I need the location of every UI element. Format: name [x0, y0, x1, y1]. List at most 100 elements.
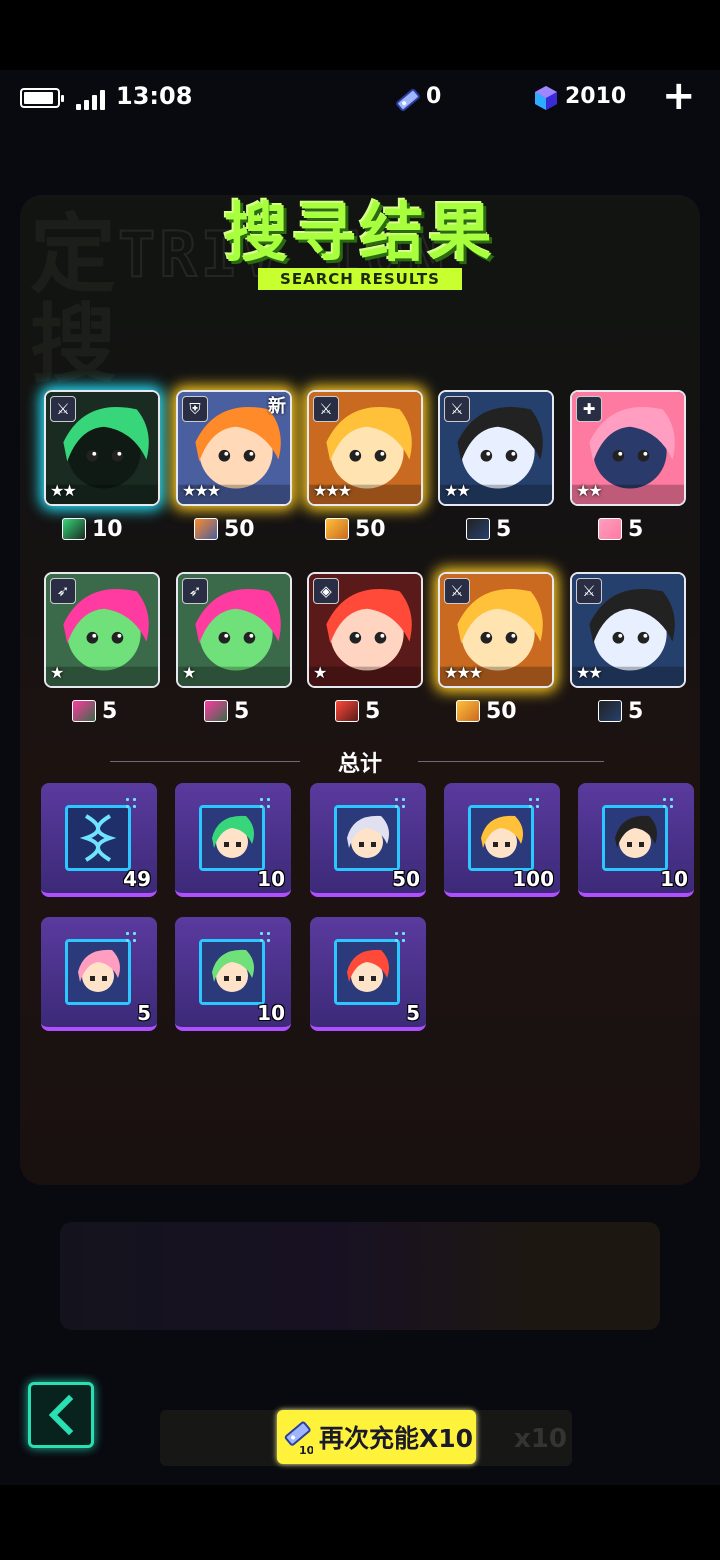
- reward-value: 5: [365, 698, 381, 724]
- back-button[interactable]: [28, 1382, 94, 1448]
- black-hat-shard-icon: [605, 808, 665, 868]
- status-bar: 13:08 0 2010 +: [0, 76, 720, 116]
- star-rating: ★★: [576, 481, 603, 500]
- class-shield-icon: ⛨: [182, 396, 208, 422]
- item-count: 50: [392, 867, 420, 891]
- reward-value: 5: [496, 516, 512, 542]
- shard-mini-icon: [325, 518, 349, 540]
- new-badge: 新: [268, 396, 286, 417]
- reward-count: 5: [72, 696, 117, 726]
- shard-mini-icon: [62, 518, 86, 540]
- blonde-shard-icon: [471, 808, 531, 868]
- reward-value: 50: [355, 516, 386, 542]
- item-count: 49: [123, 867, 151, 891]
- reward-value: 10: [92, 516, 123, 542]
- shard-mini-icon: [466, 518, 490, 540]
- green-hair-shard-icon: [202, 808, 262, 868]
- star-rating: ★★★: [444, 663, 483, 682]
- reward-value: 50: [486, 698, 517, 724]
- star-rating: ★: [313, 663, 327, 682]
- star-rating: ★★: [50, 481, 77, 500]
- top-letterbox: [0, 0, 720, 70]
- total-item[interactable]: 100: [444, 783, 560, 897]
- game-screen: 定搜 TRIV ION x10 13:08 0 2010 + 搜寻结果: [0, 0, 720, 1560]
- item-count: 10: [257, 1001, 285, 1025]
- add-currency-button[interactable]: +: [662, 76, 696, 116]
- item-frame: [334, 796, 407, 871]
- item-frame: [65, 930, 138, 1005]
- result-card[interactable]: ⚔ ★★: [44, 390, 160, 506]
- reward-value: 5: [234, 698, 250, 724]
- energy-count: 0: [426, 84, 442, 109]
- chevron-left-icon: [48, 1394, 74, 1436]
- total-item[interactable]: 10: [175, 783, 291, 897]
- pink-hair-shard-icon: [68, 942, 128, 1002]
- total-item[interactable]: 50: [310, 783, 426, 897]
- result-card[interactable]: ⚔ ★★★: [307, 390, 423, 506]
- total-item[interactable]: 5: [41, 917, 157, 1031]
- result-card[interactable]: ◈ ★: [307, 572, 423, 688]
- svg-text:10: 10: [299, 1444, 313, 1456]
- bottom-letterbox: [0, 1485, 720, 1560]
- star-rating: ★: [50, 663, 64, 682]
- reward-count: 50: [194, 514, 255, 544]
- result-card[interactable]: ⚔ ★★★: [438, 572, 554, 688]
- result-card[interactable]: ➶ ★: [44, 572, 160, 688]
- reward-value: 50: [224, 516, 255, 542]
- page-subtitle: SEARCH RESULTS: [258, 268, 462, 290]
- item-frame: [468, 796, 541, 871]
- shard-mini-icon: [72, 700, 96, 722]
- reward-count: 5: [335, 696, 380, 726]
- item-count: 5: [137, 1001, 151, 1025]
- reward-count: 50: [456, 696, 517, 726]
- star-rating: ★★: [444, 481, 471, 500]
- class-sword-icon: ⚔: [444, 578, 470, 604]
- result-card[interactable]: ➶ ★: [176, 572, 292, 688]
- reward-count: 5: [466, 514, 511, 544]
- green-skin-shard-icon: [202, 942, 262, 1002]
- signal-icon: [76, 88, 110, 110]
- item-frame: [602, 796, 675, 871]
- star-rating: ★★★: [182, 481, 221, 500]
- battery-icon: [20, 88, 64, 108]
- result-card[interactable]: ⚔ ★★: [570, 572, 686, 688]
- item-frame: [334, 930, 407, 1005]
- result-card[interactable]: ⚔ ★★: [438, 390, 554, 506]
- reward-count: 5: [204, 696, 249, 726]
- gem-cube-icon: [535, 86, 557, 110]
- white-hood-shard-icon: [337, 808, 397, 868]
- total-item[interactable]: 5: [310, 917, 426, 1031]
- page-title: 搜寻结果: [224, 197, 496, 271]
- clock: 13:08: [116, 82, 193, 110]
- class-heal-icon: ✚: [576, 396, 602, 422]
- total-item[interactable]: 10: [175, 917, 291, 1031]
- item-frame: [65, 796, 138, 871]
- star-rating: ★★★: [313, 481, 352, 500]
- class-sword-icon: ⚔: [444, 396, 470, 422]
- item-frame: [199, 796, 272, 871]
- item-frame: [199, 930, 272, 1005]
- class-support-icon: ◈: [313, 578, 339, 604]
- reward-value: 5: [102, 698, 118, 724]
- class-sword-icon: ⚔: [576, 578, 602, 604]
- recharge-again-button[interactable]: 10 再次充能X10: [277, 1410, 476, 1464]
- shard-mini-icon: [194, 518, 218, 540]
- reward-count: 5: [598, 514, 643, 544]
- recharge-again-label: 再次充能X10: [319, 1424, 474, 1453]
- item-count: 5: [406, 1001, 420, 1025]
- class-sword-icon: ⚔: [313, 396, 339, 422]
- item-count: 10: [257, 867, 285, 891]
- reward-value: 5: [628, 516, 644, 542]
- reward-count: 5: [598, 696, 643, 726]
- star-rating: ★: [182, 663, 196, 682]
- dna-icon: [79, 814, 117, 862]
- total-item[interactable]: 49: [41, 783, 157, 897]
- reward-value: 5: [628, 698, 644, 724]
- result-card[interactable]: ⛨ ★★★ 新: [176, 390, 292, 506]
- energy-ticket-icon: 10: [284, 1421, 313, 1456]
- shard-mini-icon: [204, 700, 228, 722]
- total-item[interactable]: 10: [578, 783, 694, 897]
- result-card[interactable]: ✚ ★★: [570, 390, 686, 506]
- shard-mini-icon: [456, 700, 480, 722]
- shard-mini-icon: [335, 700, 359, 722]
